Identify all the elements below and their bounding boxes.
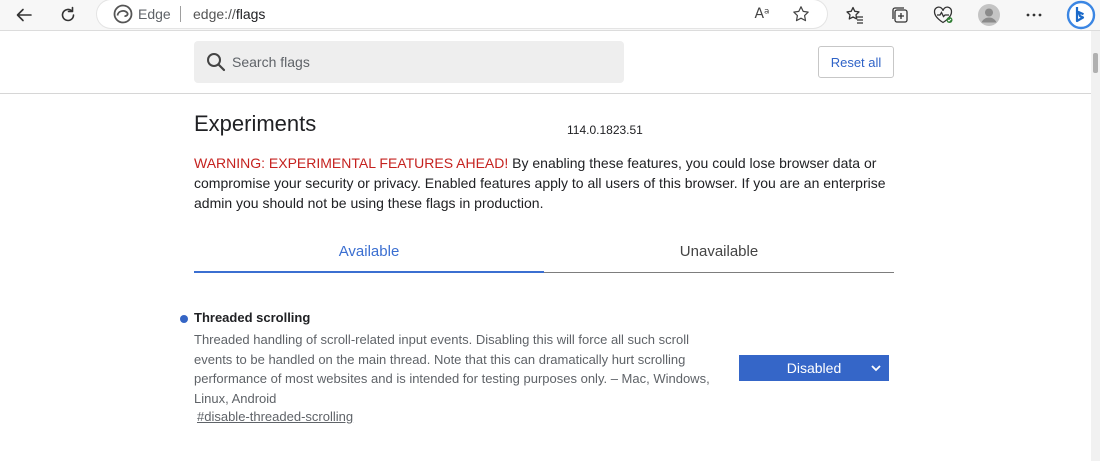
more-menu-button[interactable] (1020, 1, 1048, 29)
read-aloud-button[interactable]: Aᵃ (750, 2, 774, 26)
address-bar[interactable]: Edge edge://flags Aᵃ (97, 0, 827, 28)
reset-all-button[interactable]: Reset all (818, 46, 894, 78)
scrollbar-thumb[interactable] (1093, 53, 1098, 73)
edge-logo-icon (113, 4, 133, 24)
search-box[interactable] (194, 41, 624, 83)
experiment-permalink[interactable]: #disable-threaded-scrolling (197, 409, 353, 424)
profile-button[interactable] (975, 1, 1003, 29)
back-button[interactable] (10, 1, 38, 29)
url-path: flags (235, 6, 266, 22)
tab-available[interactable]: Available (194, 230, 544, 272)
page-title: Experiments (194, 111, 317, 136)
search-icon (207, 53, 226, 72)
experiment-state-value: Disabled (786, 360, 842, 376)
url-text[interactable]: edge://flags (193, 6, 265, 22)
bing-chat-button[interactable] (1066, 0, 1096, 30)
browser-toolbar: Edge edge://flags Aᵃ (0, 0, 1100, 31)
more-icon (1026, 13, 1042, 17)
collections-button[interactable] (886, 1, 914, 29)
search-input[interactable] (232, 41, 612, 83)
refresh-button[interactable] (54, 1, 82, 29)
favorites-button[interactable] (841, 1, 869, 29)
collections-icon (892, 7, 908, 23)
page-scrollbar[interactable] (1091, 31, 1100, 461)
bing-icon (1066, 0, 1096, 30)
back-icon (16, 8, 32, 22)
add-favorite-button[interactable] (789, 2, 813, 26)
favorites-icon (846, 6, 863, 24)
profile-icon (978, 4, 1000, 26)
experiment-description: Threaded handling of scroll-related inpu… (194, 332, 710, 406)
version-label: 114.0.1823.51 (567, 123, 643, 137)
browser-essentials-button[interactable] (929, 1, 957, 29)
refresh-icon (61, 6, 75, 22)
browser-essentials-icon (933, 6, 953, 24)
chevron-down-icon (871, 365, 881, 372)
url-scheme: edge:// (193, 6, 236, 22)
site-identity-label: Edge (138, 6, 171, 22)
favorite-star-icon (793, 6, 809, 22)
address-separator (180, 6, 181, 22)
modified-indicator-dot (180, 315, 188, 323)
tab-unavailable[interactable]: Unavailable (544, 230, 894, 272)
read-aloud-icon: Aᵃ (754, 6, 770, 22)
experiment-name: Threaded scrolling (194, 310, 311, 325)
experiments-tabs: Available Unavailable (194, 230, 894, 274)
experiment-state-select[interactable]: Disabled (739, 355, 889, 381)
active-tab-indicator (194, 271, 544, 273)
flags-header: Reset all (0, 31, 1091, 94)
warning-message: WARNING: EXPERIMENTAL FEATURES AHEAD! By… (194, 153, 899, 213)
warning-label: WARNING: EXPERIMENTAL FEATURES AHEAD! (194, 155, 509, 171)
